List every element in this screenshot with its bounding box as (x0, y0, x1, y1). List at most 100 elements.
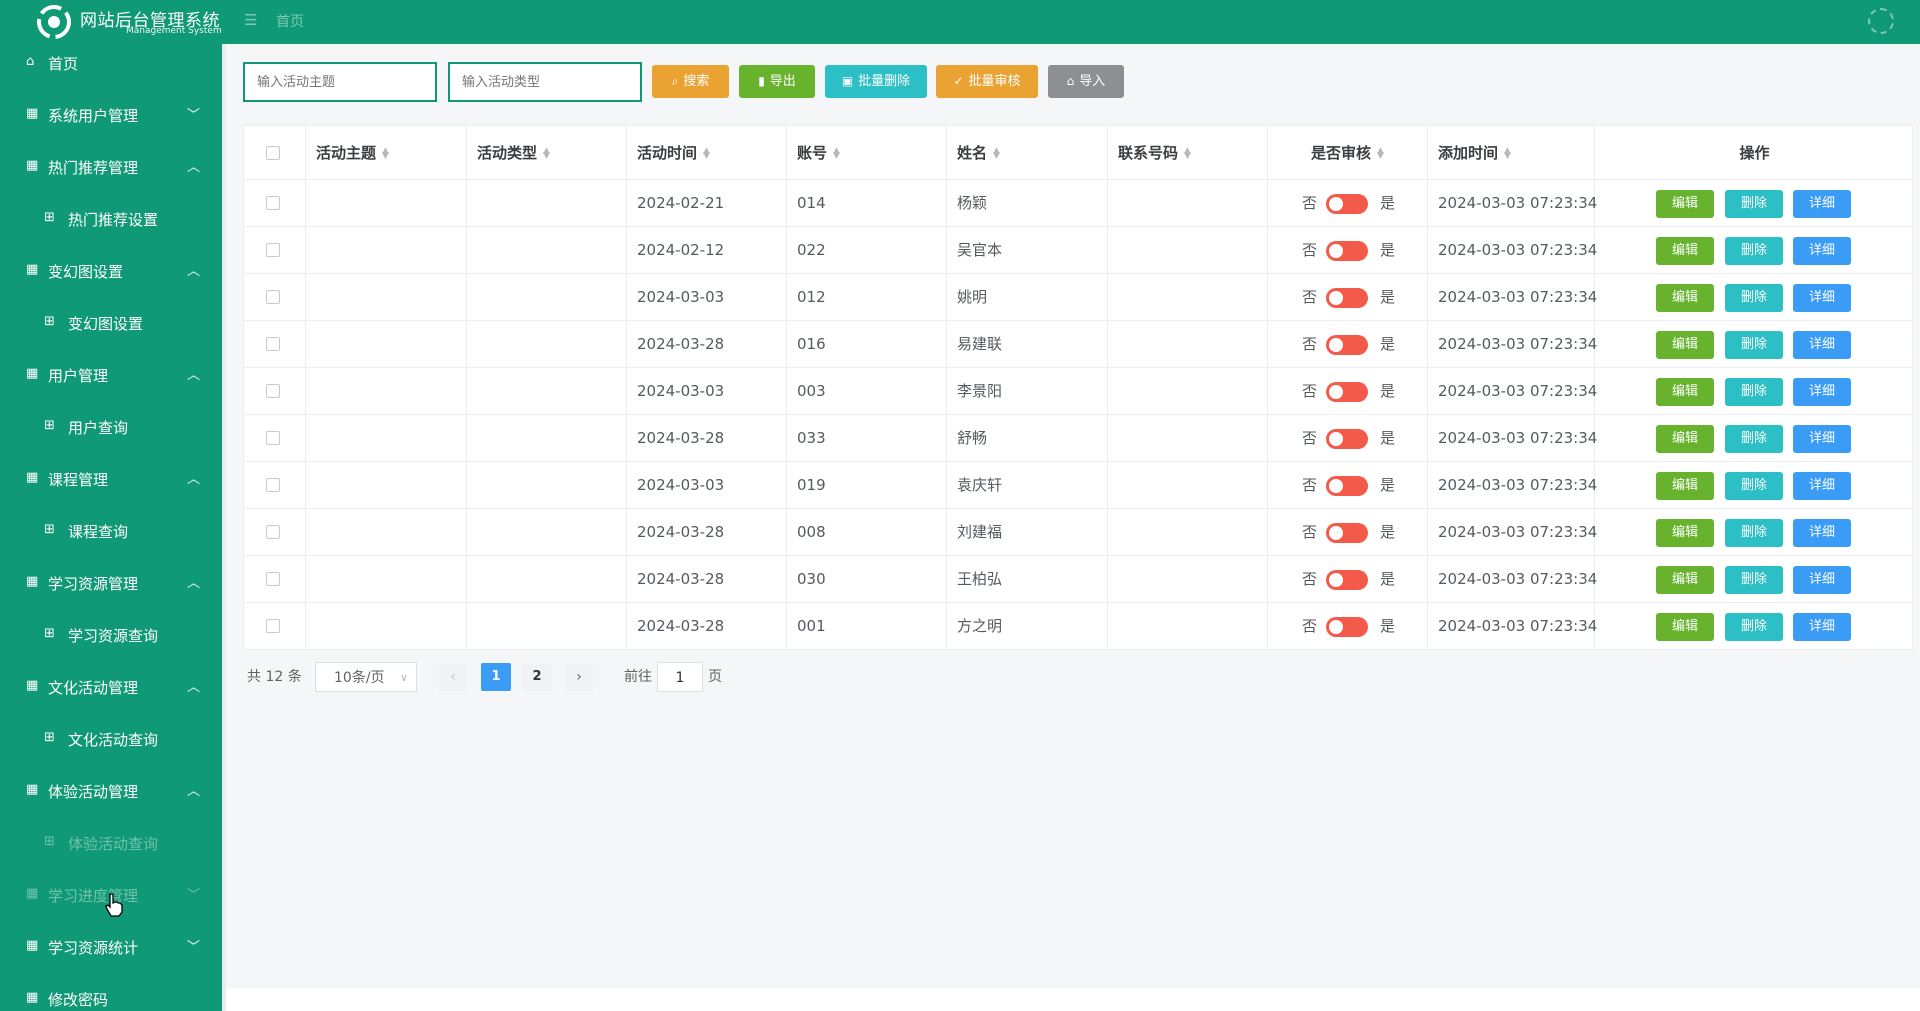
export-button[interactable]: ▮ 导出 (739, 65, 815, 98)
sort-icon[interactable]: ▲ ▼ (1184, 146, 1191, 160)
sidebar-item-home[interactable]: ⌂ 首页 (0, 44, 222, 82)
sort-icon[interactable]: ▲ ▼ (1504, 146, 1511, 160)
sidebar-item-change-password[interactable]: ▦ 修改密码 (0, 980, 222, 1011)
audit-toggle-switch[interactable] (1326, 382, 1368, 402)
delete-button[interactable]: 删除 (1725, 284, 1783, 312)
audit-toggle-switch[interactable] (1326, 335, 1368, 355)
sidebar-item-course-query[interactable]: ⊞ 课程查询 (0, 512, 222, 550)
sidebar-item-hot-recommend-settings[interactable]: ⊞ 热门推荐设置 (0, 200, 222, 238)
edit-button[interactable]: 编辑 (1656, 472, 1714, 500)
sidebar-item-carousel[interactable]: ▦ 变幻图设置 ︿ (0, 252, 222, 290)
delete-button[interactable]: 删除 (1725, 566, 1783, 594)
row-checkbox[interactable] (266, 572, 280, 586)
breadcrumb[interactable]: 首页 (276, 11, 304, 31)
sort-icon[interactable]: ▲ ▼ (543, 146, 550, 160)
audit-toggle-switch[interactable] (1326, 288, 1368, 308)
detail-button[interactable]: 详细 (1793, 237, 1851, 265)
fullscreen-icon[interactable] (1868, 8, 1894, 34)
import-button[interactable]: ⌂ 导入 (1048, 65, 1124, 98)
detail-button[interactable]: 详细 (1793, 331, 1851, 359)
sidebar-item-user-management[interactable]: ▦ 用户管理 ︿ (0, 356, 222, 394)
audit-toggle-switch[interactable] (1326, 570, 1368, 590)
select-all-checkbox[interactable] (266, 146, 280, 160)
column-header-added-time[interactable]: 添加时间 ▲ ▼ (1428, 126, 1595, 180)
row-checkbox[interactable] (266, 196, 280, 210)
delete-button[interactable]: 删除 (1725, 378, 1783, 406)
page-size-select[interactable]: 10条/页 ∨ (315, 662, 417, 692)
column-header-name[interactable]: 姓名 ▲ ▼ (947, 126, 1108, 180)
row-checkbox[interactable] (266, 337, 280, 351)
sidebar-item-culture-management[interactable]: ▦ 文化活动管理 ︿ (0, 668, 222, 706)
detail-button[interactable]: 详细 (1793, 284, 1851, 312)
row-checkbox[interactable] (266, 525, 280, 539)
column-header-audited[interactable]: 是否审核 ▲ ▼ (1268, 126, 1428, 180)
page-1-button[interactable]: 1 (481, 663, 511, 691)
sort-icon[interactable]: ▲ ▼ (993, 146, 1000, 160)
sort-icon[interactable]: ▲ ▼ (833, 146, 840, 160)
sidebar-item-course-management[interactable]: ▦ 课程管理 ︿ (0, 460, 222, 498)
audit-toggle-switch[interactable] (1326, 241, 1368, 261)
detail-button[interactable]: 详细 (1793, 519, 1851, 547)
sidebar-item-carousel-settings[interactable]: ⊞ 变幻图设置 (0, 304, 222, 342)
audit-toggle-switch[interactable] (1326, 617, 1368, 637)
row-checkbox[interactable] (266, 619, 280, 633)
topic-search-input[interactable] (243, 62, 437, 102)
batch-audit-button[interactable]: ✓ 批量审核 (936, 65, 1038, 98)
search-button[interactable]: ⌕ 搜索 (652, 65, 729, 98)
row-checkbox[interactable] (266, 384, 280, 398)
column-header-phone[interactable]: 联系号码 ▲ ▼ (1108, 126, 1268, 180)
sort-icon[interactable]: ▲ ▼ (382, 146, 389, 160)
sidebar-item-resource-query[interactable]: ⊞ 学习资源查询 (0, 616, 222, 654)
goto-page-input[interactable]: 1 (657, 662, 703, 692)
row-checkbox[interactable] (266, 478, 280, 492)
sort-icon[interactable]: ▲ ▼ (703, 146, 710, 160)
audit-toggle-switch[interactable] (1326, 194, 1368, 214)
delete-button[interactable]: 删除 (1725, 190, 1783, 218)
sidebar-item-system-users[interactable]: ▦ 系统用户管理 ﹀ (0, 96, 222, 134)
delete-button[interactable]: 删除 (1725, 425, 1783, 453)
column-header-topic[interactable]: 活动主题 ▲ ▼ (306, 126, 467, 180)
sidebar-item-experience-management[interactable]: ▦ 体验活动管理 ︿ (0, 772, 222, 810)
page-2-button[interactable]: 2 (522, 663, 552, 691)
edit-button[interactable]: 编辑 (1656, 566, 1714, 594)
audit-toggle-switch[interactable] (1326, 476, 1368, 496)
detail-button[interactable]: 详细 (1793, 613, 1851, 641)
edit-button[interactable]: 编辑 (1656, 613, 1714, 641)
row-checkbox[interactable] (266, 243, 280, 257)
edit-button[interactable]: 编辑 (1656, 378, 1714, 406)
batch-delete-button[interactable]: ▣ 批量删除 (825, 65, 927, 98)
edit-button[interactable]: 编辑 (1656, 331, 1714, 359)
column-header-type[interactable]: 活动类型 ▲ ▼ (467, 126, 627, 180)
edit-button[interactable]: 编辑 (1656, 284, 1714, 312)
edit-button[interactable]: 编辑 (1656, 237, 1714, 265)
detail-button[interactable]: 详细 (1793, 378, 1851, 406)
delete-button[interactable]: 删除 (1725, 613, 1783, 641)
row-checkbox[interactable] (266, 290, 280, 304)
sidebar-item-hot-recommend[interactable]: ▦ 热门推荐管理 ︿ (0, 148, 222, 186)
audit-toggle-switch[interactable] (1326, 429, 1368, 449)
delete-button[interactable]: 删除 (1725, 331, 1783, 359)
detail-button[interactable]: 详细 (1793, 190, 1851, 218)
next-page-button[interactable]: › (565, 663, 593, 691)
row-checkbox[interactable] (266, 431, 280, 445)
sidebar-item-culture-query[interactable]: ⊞ 文化活动查询 (0, 720, 222, 758)
sidebar-item-resource-management[interactable]: ▦ 学习资源管理 ︿ (0, 564, 222, 602)
detail-button[interactable]: 详细 (1793, 425, 1851, 453)
type-search-input[interactable] (448, 62, 642, 102)
detail-button[interactable]: 详细 (1793, 472, 1851, 500)
delete-button[interactable]: 删除 (1725, 519, 1783, 547)
detail-button[interactable]: 详细 (1793, 566, 1851, 594)
sidebar-item-resource-statistics[interactable]: ▦ 学习资源统计 ﹀ (0, 928, 222, 966)
edit-button[interactable]: 编辑 (1656, 190, 1714, 218)
prev-page-button[interactable]: ‹ (439, 663, 467, 691)
menu-toggle-icon[interactable]: ☰ (244, 13, 260, 28)
sort-icon[interactable]: ▲ ▼ (1377, 146, 1384, 160)
edit-button[interactable]: 编辑 (1656, 425, 1714, 453)
sidebar-item-user-query[interactable]: ⊞ 用户查询 (0, 408, 222, 446)
column-header-account[interactable]: 账号 ▲ ▼ (787, 126, 947, 180)
delete-button[interactable]: 删除 (1725, 472, 1783, 500)
audit-toggle-switch[interactable] (1326, 523, 1368, 543)
delete-button[interactable]: 删除 (1725, 237, 1783, 265)
column-header-time[interactable]: 活动时间 ▲ ▼ (627, 126, 787, 180)
edit-button[interactable]: 编辑 (1656, 519, 1714, 547)
